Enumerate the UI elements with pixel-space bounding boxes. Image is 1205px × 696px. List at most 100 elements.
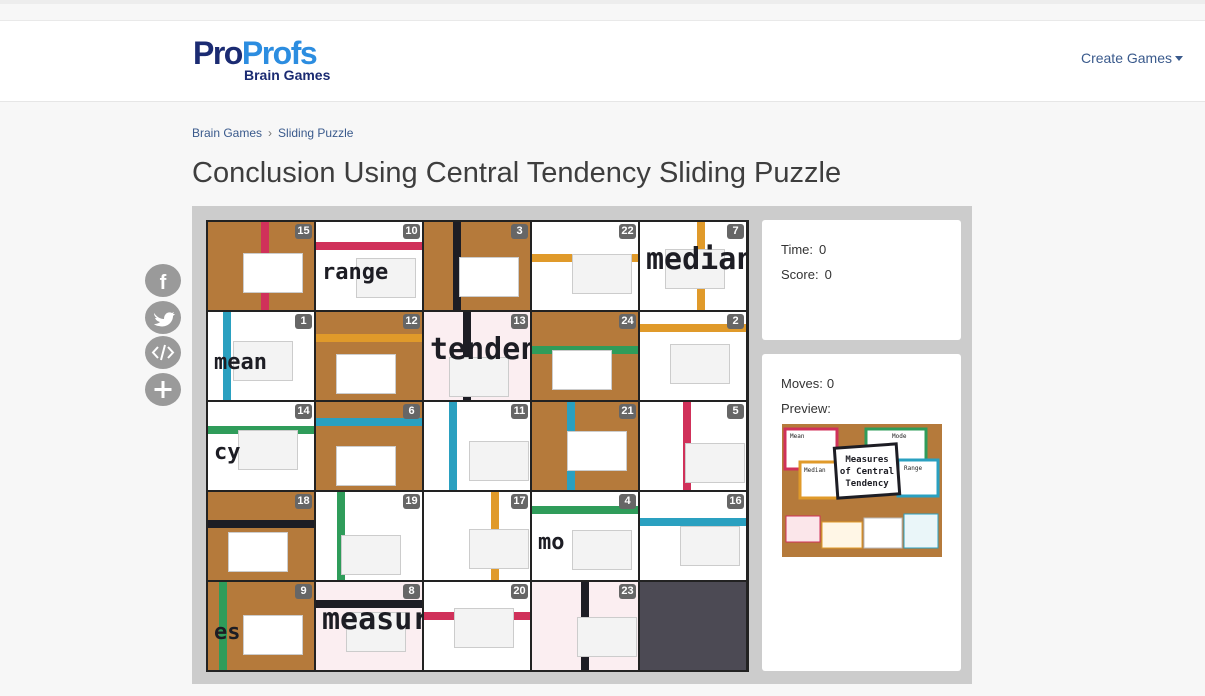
more-share-button[interactable]	[145, 373, 181, 406]
moves-panel: Moves: 0 Preview: Mean Mode Median Range …	[762, 354, 961, 671]
tile-number-badge: 7	[727, 224, 744, 239]
puzzle-tile[interactable]: 2	[640, 312, 746, 400]
puzzle-tile[interactable]: 24	[532, 312, 638, 400]
tile-number-badge: 17	[511, 494, 528, 509]
preview-image: Mean Mode Median Range Measures of Centr…	[782, 424, 942, 557]
puzzle-tile[interactable]: 6	[316, 402, 422, 490]
preview-label: Preview:	[781, 401, 831, 416]
puzzle-tile[interactable]: 17	[424, 492, 530, 580]
time-label: Time:	[781, 242, 814, 257]
puzzle-tile[interactable]: 18	[208, 492, 314, 580]
tile-art-band	[316, 242, 422, 250]
score-stat: Score: 0	[781, 267, 832, 282]
preview-card-range: Range	[904, 465, 922, 472]
preview-card-mode: Mode	[892, 433, 907, 440]
puzzle-tile[interactable]: cy 14	[208, 402, 314, 490]
tile-word: tenden	[430, 332, 530, 367]
tile-number-badge: 23	[619, 584, 636, 599]
tile-art-card	[459, 257, 519, 297]
logo-subtitle: Brain Games	[244, 67, 331, 83]
puzzle-tile[interactable]: es 9	[208, 582, 314, 670]
tile-number-badge: 18	[295, 494, 312, 509]
embed-button[interactable]	[145, 336, 181, 369]
puzzle-tile[interactable]: 12	[316, 312, 422, 400]
puzzle-tile[interactable]: mean 1	[208, 312, 314, 400]
tile-number-badge: 20	[511, 584, 528, 599]
breadcrumb-separator: ›	[268, 126, 273, 140]
tile-art-card	[238, 430, 298, 470]
puzzle-tile[interactable]: 5	[640, 402, 746, 490]
tile-art-card	[336, 354, 396, 394]
puzzle-board: 15 range 10 3 22 median 7 mean 1 12 tenden 13 24 2 cy 1…	[206, 220, 749, 672]
facebook-icon: f	[160, 272, 167, 294]
puzzle-tile[interactable]: mo 4	[532, 492, 638, 580]
tile-art-card	[685, 443, 745, 483]
puzzle-tile[interactable]: 3	[424, 222, 530, 310]
puzzle-tile[interactable]: 20	[424, 582, 530, 670]
page-title: Conclusion Using Central Tendency Slidin…	[192, 157, 842, 189]
moves-label: Moves:	[781, 376, 823, 391]
tile-word: measur	[322, 602, 422, 637]
tile-art-card	[552, 350, 612, 390]
puzzle-tile[interactable]: range 10	[316, 222, 422, 310]
score-value: 0	[824, 267, 832, 282]
time-stat: Time: 0	[781, 242, 826, 257]
tile-art-card	[341, 535, 401, 575]
logo-wordmark: ProProfs	[193, 35, 318, 71]
puzzle-tile[interactable]: 21	[532, 402, 638, 490]
svg-text:f: f	[160, 272, 167, 294]
tile-number-badge: 11	[511, 404, 528, 419]
puzzle-tile[interactable]: 11	[424, 402, 530, 490]
tile-number-badge: 3	[511, 224, 528, 239]
tile-word: mo	[538, 530, 565, 555]
tile-number-badge: 2	[727, 314, 744, 329]
puzzle-tile[interactable]: 15	[208, 222, 314, 310]
tile-art-card	[577, 617, 637, 657]
embed-code-icon	[151, 344, 175, 361]
puzzle-tile[interactable]: 23	[532, 582, 638, 670]
time-value: 0	[819, 242, 827, 257]
puzzle-tile[interactable]: median 7	[640, 222, 746, 310]
tile-number-badge: 16	[727, 494, 744, 509]
puzzle-tile[interactable]: 19	[316, 492, 422, 580]
plus-icon	[154, 381, 172, 398]
tile-number-badge: 14	[295, 404, 312, 419]
stats-panel: Time: 0 Score: 0	[762, 220, 961, 340]
tile-number-badge: 24	[619, 314, 636, 329]
create-games-label: Create Games	[1080, 50, 1172, 66]
proprofs-logo[interactable]: ProProfs Brain Games	[193, 37, 335, 87]
tile-number-badge: 6	[403, 404, 420, 419]
tile-word: range	[322, 260, 389, 285]
preview-title-line2: of Central	[840, 467, 894, 477]
tile-art-card	[567, 431, 627, 471]
tile-art-card	[572, 254, 632, 294]
top-strip	[0, 0, 1205, 4]
puzzle-tile[interactable]: 16	[640, 492, 746, 580]
facebook-share-button[interactable]: f	[145, 264, 181, 297]
caret-down-icon	[1175, 56, 1183, 61]
preview-thumbnail: Mean Mode Median Range Measures of Centr…	[782, 424, 942, 557]
puzzle-tile[interactable]: measur 8	[316, 582, 422, 670]
tile-number-badge: 15	[295, 224, 312, 239]
tile-number-badge: 12	[403, 314, 420, 329]
tile-art-card	[670, 344, 730, 384]
breadcrumb-sliding-puzzle[interactable]: Sliding Puzzle	[278, 126, 353, 140]
tile-art-card	[336, 446, 396, 486]
tile-number-badge: 13	[511, 314, 528, 329]
twitter-share-button[interactable]	[145, 301, 181, 334]
tile-art-band	[316, 334, 422, 342]
tile-number-badge: 4	[619, 494, 636, 509]
tile-number-badge: 5	[727, 404, 744, 419]
puzzle-tile[interactable]: tenden 13	[424, 312, 530, 400]
preview-title-line1: Measures	[845, 455, 888, 465]
tile-number-badge: 10	[403, 224, 420, 239]
tile-art-card	[469, 441, 529, 481]
moves-value: 0	[826, 376, 835, 391]
moves-stat: Moves: 0	[781, 376, 834, 391]
score-label: Score:	[781, 267, 819, 282]
create-games-dropdown[interactable]: Create Games	[1081, 50, 1183, 66]
breadcrumb-brain-games[interactable]: Brain Games	[192, 126, 262, 140]
site-header: ProProfs Brain Games Create Games	[0, 20, 1205, 102]
preview-card-mean: Mean	[790, 433, 805, 440]
puzzle-tile[interactable]: 22	[532, 222, 638, 310]
